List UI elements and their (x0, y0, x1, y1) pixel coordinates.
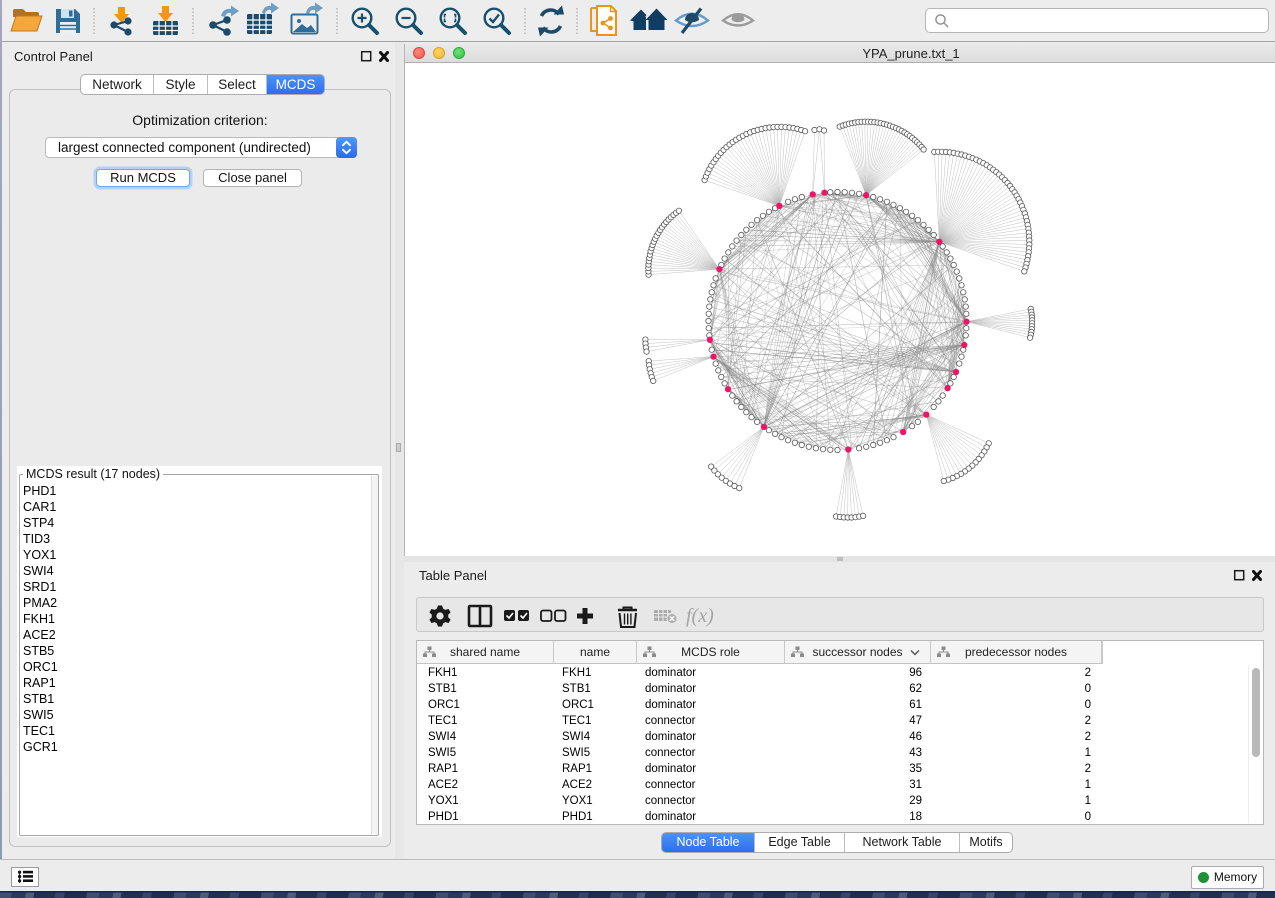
svg-text:f(x): f(x) (686, 605, 714, 627)
